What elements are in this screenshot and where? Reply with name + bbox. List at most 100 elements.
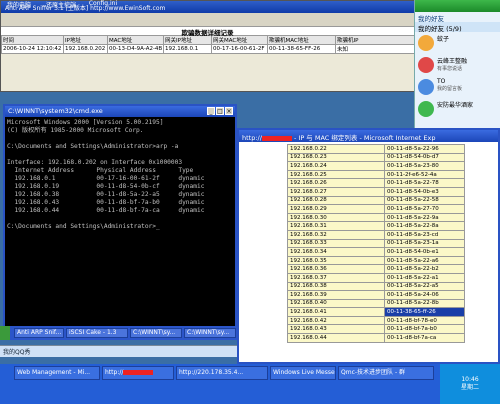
taskbar-button[interactable]: iSCSI Cake - 1.3 [66,328,128,338]
binding-row[interactable]: 192.168.0.26 00-11-d8-5a-22-78 [287,178,465,188]
binding-row[interactable]: 192.168.0.25 00-11-2f-e6-52-4a [287,169,465,180]
binding-row[interactable]: 192.168.0.43 00-11-d8-bf-7a-b0 [287,324,465,335]
binding-ip-cell: 192.168.0.32 [287,229,385,240]
avatar [418,57,434,73]
taskbar-button[interactable]: http://220.178.35.4... [176,366,268,380]
binding-ip-cell: 192.168.0.40 [287,298,385,309]
desktop-icon-label: Config.ini [88,0,118,7]
binding-mac-cell: 00-11-d8-bf-7a-ca [384,333,465,343]
cmd-line: C:\Documents and Settings\Administrator>… [7,223,160,230]
binding-row[interactable]: 192.168.0.44 00-11-d8-bf-7a-ca [287,333,465,343]
minimize-icon[interactable]: _ [207,107,215,115]
arp-column-header[interactable]: 欺骗机IP [335,35,417,45]
binding-mac-cell: 00-11-d8-5a-22-b2 [384,264,465,274]
taskbar-button[interactable]: Web Management - Mi... [14,366,100,380]
avatar [418,35,434,51]
taskbar-button[interactable]: Anti ARP Snif... [14,328,64,338]
clock-day: 星期二 [460,384,479,391]
binding-mac-cell: 00-11-d8-5a-27-70 [384,204,465,214]
binding-mac-cell: 00-11-38-65-ff-26 [384,307,465,317]
close-icon[interactable]: × [225,107,233,115]
qq-contact[interactable]: TO 我的留言板 [415,76,500,98]
binding-mac-cell: 00-11-d8-5a-22-9a [384,212,465,223]
arp-column-header[interactable]: IP地址 [63,35,108,45]
binding-ip-cell: 192.168.0.42 [287,315,385,326]
cmd-output[interactable]: Microsoft Windows 2000 [Version 5.00.219… [5,117,235,233]
binding-row[interactable]: 192.168.0.30 00-11-d8-5a-22-9a [287,212,465,223]
binding-mac-cell: 00-11-d8-bf-7a-b0 [384,324,465,335]
binding-mac-cell: 00-11-d8-5a-22-78 [384,178,465,188]
desktop-icon[interactable]: 我的电脑 [2,0,36,9]
binding-row[interactable]: 192.168.0.27 00-11-d8-54-0b-e3 [287,186,465,197]
binding-row[interactable]: 192.168.0.39 00-11-d8-5a-24-06 [287,290,465,300]
binding-row[interactable]: 192.168.0.31 00-11-d8-5a-22-8a [287,221,465,231]
taskbar-button-label: http:// [105,369,124,376]
ie-title-suffix: - IP 与 MAC 绑定列表 - Microsoft Internet Exp [291,134,436,142]
avatar [418,101,434,117]
taskbar-button[interactable]: Qmc-技术进步团队 - 群 [338,366,434,380]
arp-column-header[interactable]: 网关MAC地址 [211,35,268,45]
binding-row[interactable]: 192.168.0.42 00-11-d8-bf-78-e0 [287,315,465,326]
arp-log-cell: 192.168.0.1 [163,44,212,54]
qq-show-bar[interactable]: 我的QQ秀 [0,345,237,357]
binding-ip-cell: 192.168.0.35 [287,255,385,266]
binding-ip-cell: 192.168.0.30 [287,212,385,223]
taskbar-button[interactable]: Windows Live Messenger [270,366,336,380]
binding-ip-cell: 192.168.0.27 [287,186,385,197]
binding-row[interactable]: 192.168.0.24 00-11-d8-5a-23-80 [287,161,465,171]
cmd-line: C:\Documents and Settings\Administrator>… [7,143,179,150]
inner-start-button[interactable] [0,326,10,340]
arp-log-cell: 00-11-38-65-FF-26 [267,44,336,54]
ie-window[interactable]: http:// - IP 与 MAC 绑定列表 - Microsoft Inte… [237,128,500,364]
arp-log-row[interactable]: 2006-10-24 12:10:42 192.168.0.202 00-13-D4… [1,44,417,54]
qq-contact-status: 我的留言板 [437,86,463,92]
maximize-icon[interactable]: □ [216,107,224,115]
qq-contact-name: 蚊子 [437,36,450,43]
binding-row[interactable]: 192.168.0.38 00-11-d8-5a-22-a5 [287,281,465,292]
qq-contact[interactable]: 蚊子 [415,32,500,54]
desktop-icon-label: 我的电脑 [6,2,31,9]
binding-row[interactable]: 192.168.0.41 00-11-38-65-ff-26 [287,307,465,317]
binding-row[interactable]: 192.168.0.33 00-11-d8-5a-23-1a [287,238,465,249]
binding-mac-cell: 00-11-d8-5a-23-cd [384,229,465,240]
binding-row[interactable]: 192.168.0.36 00-11-d8-5a-22-b2 [287,264,465,274]
taskbar-button[interactable]: C:\WINNT\sy... [184,328,236,338]
binding-row[interactable]: 192.168.0.23 00-11-d8-54-0b-d7 [287,152,465,163]
qq-panel-title: 我的好友 [418,15,444,23]
desktop-icon[interactable]: Config.ini [86,0,120,7]
redacted-url [261,135,292,141]
binding-mac-cell: 00-11-d8-bf-78-e0 [384,315,465,326]
binding-mac-cell: 00-11-d8-54-0b-e3 [384,186,465,197]
system-tray: 10:46 星期二 [440,364,500,404]
arp-log-cell: 00-17-16-00-61-2F [211,44,268,54]
binding-row[interactable]: 192.168.0.35 00-11-d8-5a-22-a6 [287,255,465,266]
binding-row[interactable]: 192.168.0.32 00-11-d8-5a-23-cd [287,229,465,240]
cmd-line: 192.168.0.38 00-11-d8-5a-22-a5 dynamic [7,191,205,198]
qq-contact[interactable]: 云峰王整融 有事您说话 [415,54,500,76]
desktop-icon[interactable]: 还原主控端 [44,0,78,9]
binding-row[interactable]: 192.168.0.29 00-11-d8-5a-27-70 [287,204,465,214]
taskbar-button[interactable]: http:// [102,366,174,380]
cmd-window[interactable]: C:\WINNT\system32\cmd.exe _ □ × Microsoft … [3,104,237,328]
binding-row[interactable]: 192.168.0.28 00-11-d8-5a-22-58 [287,195,465,206]
binding-row[interactable]: 192.168.0.22 00-11-d8-5a-22-96 [287,144,465,154]
redacted-url [123,370,154,375]
binding-row[interactable]: 192.168.0.34 00-11-d8-54-0b-e1 [287,247,465,257]
arp-column-header[interactable]: 时间 [1,35,64,45]
arp-column-header[interactable]: 欺骗机MAC地址 [267,35,336,45]
binding-ip-cell: 192.168.0.43 [287,324,385,335]
arp-log-cell: 未知 [335,44,417,54]
arp-column-header[interactable]: MAC地址 [107,35,164,45]
binding-ip-cell: 192.168.0.44 [287,333,385,343]
qq-group-header[interactable]: 我的好友 (5/9) [415,22,500,33]
qq-contact[interactable]: 安防最华酒家 [415,98,500,120]
desktop-icons: 我的电脑 还原主控端 Config.ini [0,0,140,18]
binding-row[interactable]: 192.168.0.40 00-11-d8-5a-22-8b [287,298,465,309]
cmd-line: Interface: 192.168.0.202 on Interface 0x… [7,159,183,166]
binding-row[interactable]: 192.168.0.37 00-11-d8-5a-22-a1 [287,272,465,283]
taskbar-button-label: http://220.178.35.4... [179,369,244,376]
binding-mac-cell: 00-11-d8-54-0b-d7 [384,152,465,163]
arp-log-cell: 2006-10-24 12:10:42 [1,44,64,54]
taskbar-button[interactable]: C:\WINNT\sy... [130,328,182,338]
cmd-line: Microsoft Windows 2000 [Version 5.00.219… [7,119,164,126]
